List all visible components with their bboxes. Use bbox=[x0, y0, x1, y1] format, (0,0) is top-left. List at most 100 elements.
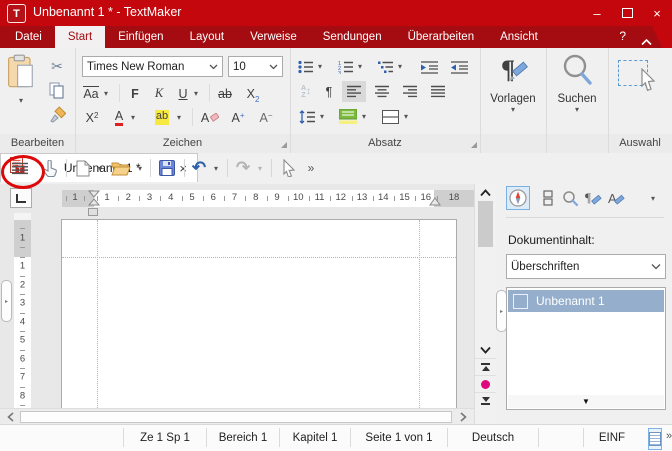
browse-object-button[interactable] bbox=[475, 375, 496, 392]
v-scroll-thumb[interactable] bbox=[478, 201, 493, 247]
format-painter-button[interactable] bbox=[46, 104, 68, 125]
status-seite-1-von-1[interactable]: Seite 1 von 1 bbox=[350, 428, 447, 447]
scroll-down-button[interactable] bbox=[475, 342, 496, 358]
scroll-up-button[interactable] bbox=[475, 185, 496, 201]
list-scroll-down-button[interactable]: ▼ bbox=[508, 395, 664, 408]
borders-button[interactable] bbox=[378, 106, 402, 127]
superscript-button[interactable]: X2 bbox=[80, 107, 104, 128]
sort-button[interactable]: AZ ↕ bbox=[296, 81, 316, 102]
object-mode-button[interactable] bbox=[278, 156, 300, 180]
indent-square-marker[interactable] bbox=[88, 208, 98, 216]
strikethrough-button[interactable]: ab bbox=[213, 83, 237, 104]
sidebar-character-style-button[interactable]: A bbox=[604, 186, 628, 210]
sidebar-navigation-button[interactable] bbox=[506, 186, 530, 210]
v-scrollbar[interactable] bbox=[474, 184, 496, 424]
scroll-left-button[interactable] bbox=[0, 409, 21, 424]
shading-button[interactable] bbox=[336, 106, 360, 127]
tab-verweise[interactable]: Verweise bbox=[237, 26, 310, 48]
document-content-dropdown[interactable]: Überschriften bbox=[506, 254, 666, 279]
vorlagen-dropdown[interactable]: ▾ bbox=[480, 105, 546, 114]
status-ze-1-sp-1[interactable]: Ze 1 Sp 1 bbox=[123, 428, 206, 447]
subscript-button[interactable]: X2 bbox=[241, 83, 265, 104]
previous-page-button[interactable] bbox=[475, 358, 496, 375]
scroll-right-button[interactable] bbox=[453, 409, 474, 424]
status-bereich-1[interactable]: Bereich 1 bbox=[206, 428, 279, 447]
align-left-button[interactable] bbox=[342, 81, 366, 102]
zeichen-dialog-launcher[interactable] bbox=[281, 142, 287, 148]
suchen-dropdown[interactable]: ▾ bbox=[546, 105, 608, 114]
list-item[interactable]: Unbenannt 1 bbox=[508, 290, 664, 312]
document-page[interactable] bbox=[61, 219, 457, 410]
line-spacing-button[interactable] bbox=[296, 106, 318, 127]
help-button[interactable]: ? bbox=[619, 29, 626, 43]
indent-marker[interactable] bbox=[88, 190, 100, 207]
status-deutsch[interactable]: Deutsch bbox=[447, 428, 538, 447]
open-file-button[interactable] bbox=[108, 156, 134, 180]
bullet-list-dropdown[interactable]: ▾ bbox=[318, 62, 322, 71]
decrease-indent-button[interactable] bbox=[448, 56, 472, 77]
underline-button[interactable]: U bbox=[173, 83, 193, 104]
tab-ansicht[interactable]: Ansicht bbox=[487, 26, 551, 48]
enlarge-font-button[interactable]: A+ bbox=[227, 107, 249, 128]
v-ruler[interactable]: 1 1 2 3 4 5 6 7 8 bbox=[14, 213, 31, 408]
font-size-combobox[interactable]: 10 bbox=[228, 56, 283, 77]
sidebar-toolbar-dropdown[interactable]: ▾ bbox=[651, 194, 655, 203]
cut-button[interactable]: ✂ bbox=[46, 56, 68, 77]
tab-stop-selector-button[interactable] bbox=[10, 188, 32, 208]
sidebar-pages-button[interactable] bbox=[536, 186, 560, 210]
shrink-font-button[interactable]: A− bbox=[255, 107, 277, 128]
clear-formatting-button[interactable]: A bbox=[197, 107, 223, 128]
h-scroll-thumb[interactable] bbox=[20, 411, 452, 423]
bold-button[interactable]: F bbox=[125, 83, 145, 104]
h-ruler[interactable]: 1 1 2 3 4 5 6 7 8 9 10 11 12 13 14 15 16 18 bbox=[62, 190, 474, 207]
multilevel-list-dropdown[interactable]: ▾ bbox=[398, 62, 402, 71]
multilevel-list-button[interactable] bbox=[376, 56, 396, 77]
page-view-button[interactable] bbox=[648, 428, 662, 450]
show-formatting-button[interactable]: ¶ bbox=[320, 81, 338, 102]
absatz-dialog-launcher[interactable] bbox=[471, 142, 477, 148]
status-empty[interactable] bbox=[538, 428, 583, 447]
new-document-dropdown[interactable]: ▾ bbox=[94, 156, 106, 180]
toolbar-overflow-button[interactable]: » bbox=[303, 156, 319, 180]
font-color-button[interactable]: A bbox=[109, 107, 129, 128]
line-spacing-dropdown[interactable]: ▾ bbox=[320, 112, 324, 121]
close-button[interactable]: × bbox=[642, 0, 672, 26]
redo-button[interactable]: ↷ bbox=[233, 156, 253, 180]
highlight-dropdown[interactable]: ▾ bbox=[177, 113, 181, 122]
numbered-list-button[interactable]: 123 bbox=[336, 56, 356, 77]
numbered-list-dropdown[interactable]: ▾ bbox=[358, 62, 362, 71]
tab-layout[interactable]: Layout bbox=[177, 26, 238, 48]
paste-dropdown[interactable]: ▾ bbox=[19, 96, 23, 105]
checkbox[interactable] bbox=[513, 293, 528, 309]
vorlagen-button[interactable]: ¶ Vorlagen ▾ bbox=[480, 52, 546, 132]
shading-dropdown[interactable]: ▾ bbox=[362, 112, 366, 121]
maximize-button[interactable] bbox=[612, 0, 642, 26]
paste-button[interactable]: ▾ bbox=[6, 54, 40, 106]
minimize-button[interactable]: – bbox=[582, 0, 612, 26]
tab-berarbeiten[interactable]: Überarbeiten bbox=[395, 26, 487, 48]
italic-button[interactable]: K bbox=[149, 83, 169, 104]
undo-button[interactable]: ↶ bbox=[189, 156, 209, 180]
suchen-button[interactable]: Suchen ▾ bbox=[546, 52, 608, 132]
tab-start[interactable]: Start bbox=[54, 26, 106, 48]
tab-einfgen[interactable]: Einfügen bbox=[105, 26, 176, 48]
save-button[interactable] bbox=[155, 156, 179, 180]
highlight-button[interactable]: ab bbox=[149, 107, 175, 128]
change-case-dropdown[interactable]: ▾ bbox=[104, 89, 108, 98]
next-page-button[interactable] bbox=[475, 392, 496, 409]
bullet-list-button[interactable] bbox=[296, 56, 316, 77]
tab-sendungen[interactable]: Sendungen bbox=[310, 26, 395, 48]
copy-button[interactable] bbox=[46, 80, 68, 101]
new-document-button[interactable] bbox=[72, 156, 94, 180]
undo-dropdown[interactable]: ▾ bbox=[210, 156, 222, 180]
justify-button[interactable] bbox=[426, 81, 450, 102]
selection-button[interactable] bbox=[618, 60, 662, 100]
status-einf[interactable]: EINF bbox=[583, 428, 640, 447]
sidebar-search-button[interactable] bbox=[558, 186, 582, 210]
underline-dropdown[interactable]: ▾ bbox=[194, 89, 198, 98]
sidebar-paragraph-style-button[interactable]: ¶ bbox=[581, 186, 605, 210]
tab-datei[interactable]: Datei bbox=[2, 26, 55, 48]
change-case-button[interactable]: Aa bbox=[80, 83, 102, 104]
open-file-dropdown[interactable]: ▾ bbox=[134, 156, 146, 180]
align-center-button[interactable] bbox=[370, 81, 394, 102]
